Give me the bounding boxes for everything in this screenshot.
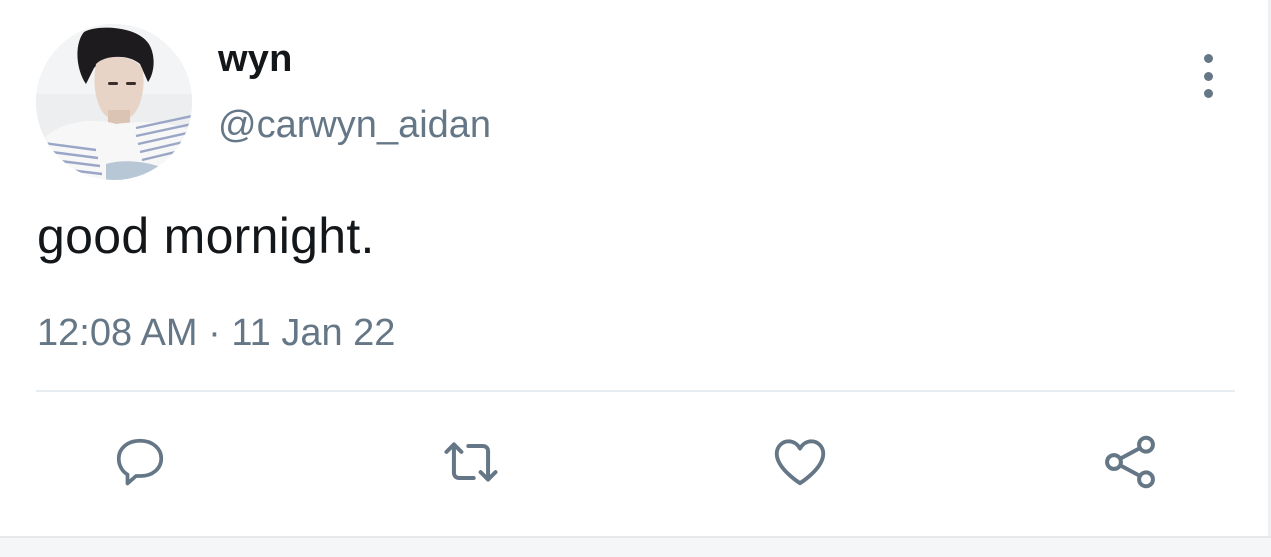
tweet-timestamp: 12:08 AM · 11 Jan 22 bbox=[37, 312, 395, 355]
like-button[interactable] bbox=[768, 430, 832, 494]
tweet-card: wyn @carwyn_aidan good mornight. 12:08 A… bbox=[0, 0, 1271, 538]
tweet-date: 11 Jan 22 bbox=[231, 312, 396, 354]
tweet-text: good mornight. bbox=[37, 208, 375, 264]
reply-icon bbox=[116, 438, 164, 486]
heart-icon bbox=[774, 439, 826, 486]
display-name[interactable]: wyn bbox=[218, 38, 293, 81]
timestamp-separator: · bbox=[208, 312, 221, 354]
user-handle[interactable]: @carwyn_aidan bbox=[218, 104, 491, 147]
retweet-icon bbox=[444, 442, 498, 482]
card-bottom-border bbox=[0, 536, 1271, 557]
divider bbox=[36, 390, 1235, 392]
avatar[interactable] bbox=[36, 24, 192, 180]
more-dot bbox=[1203, 54, 1213, 63]
more-dot bbox=[1203, 89, 1213, 98]
avatar-photo bbox=[36, 24, 192, 180]
share-icon bbox=[1105, 435, 1155, 489]
share-button[interactable] bbox=[1098, 430, 1162, 494]
more-dot bbox=[1203, 71, 1213, 81]
retweet-button[interactable] bbox=[439, 430, 503, 494]
tweet-time: 12:08 AM bbox=[37, 312, 198, 354]
reply-button[interactable] bbox=[108, 430, 172, 494]
more-vertical-icon[interactable] bbox=[1188, 54, 1228, 98]
